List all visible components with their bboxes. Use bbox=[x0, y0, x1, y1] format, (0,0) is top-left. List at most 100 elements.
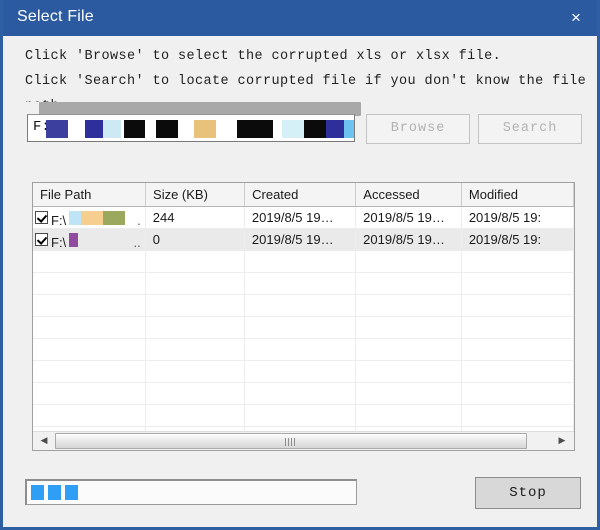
table-row-empty bbox=[33, 361, 574, 383]
empty-cell bbox=[462, 361, 574, 382]
instruction-line-1: Click 'Browse' to select the corrupted x… bbox=[25, 49, 502, 64]
empty-cell bbox=[33, 383, 147, 404]
empty-cell bbox=[146, 273, 246, 294]
modified-cell: 2019/8/5 19: bbox=[462, 229, 574, 250]
table-body: F:\. 244 2019/8/5 19… 2019/8/5 19… 2019/8/5 … bbox=[33, 207, 574, 449]
empty-cell bbox=[33, 295, 147, 316]
table-row[interactable]: F:\. 244 2019/8/5 19… 2019/8/5 19… 2019/8/5 … bbox=[33, 207, 574, 229]
empty-cell bbox=[462, 295, 574, 316]
empty-cell bbox=[356, 405, 462, 426]
browse-button[interactable]: Browse bbox=[366, 114, 470, 144]
search-button[interactable]: Search bbox=[478, 114, 582, 144]
empty-cell bbox=[146, 295, 246, 316]
file-path-prefix: F:\ bbox=[51, 234, 67, 250]
instruction-line-2: Click 'Search' to locate corrupted file … bbox=[25, 74, 587, 89]
empty-cell bbox=[462, 317, 574, 338]
empty-cell bbox=[245, 295, 357, 316]
progress-chunk bbox=[65, 485, 78, 500]
select-file-dialog: Select File × Click 'Browse' to select t… bbox=[0, 0, 600, 530]
redaction-block bbox=[344, 120, 354, 138]
empty-cell bbox=[146, 405, 246, 426]
empty-cell bbox=[245, 383, 357, 404]
empty-cell bbox=[356, 273, 462, 294]
progress-chunk bbox=[31, 485, 44, 500]
redaction-block bbox=[85, 120, 103, 138]
empty-cell bbox=[146, 361, 246, 382]
row-checkbox[interactable] bbox=[35, 211, 48, 224]
table-row-empty bbox=[33, 405, 574, 427]
redaction-block bbox=[326, 120, 344, 138]
empty-cell bbox=[146, 339, 246, 360]
file-path-cell[interactable]: F:\.. bbox=[33, 229, 146, 250]
title-bar: Select File × bbox=[3, 0, 597, 36]
window-title: Select File bbox=[17, 8, 94, 25]
scroll-right-arrow-icon[interactable]: ▶ bbox=[553, 432, 571, 450]
empty-cell bbox=[462, 383, 574, 404]
created-cell: 2019/8/5 19… bbox=[245, 207, 357, 228]
empty-cell bbox=[33, 405, 147, 426]
instruction-line-3: path. bbox=[25, 94, 581, 102]
table-row-empty bbox=[33, 339, 574, 361]
empty-cell bbox=[356, 361, 462, 382]
size-cell: 0 bbox=[146, 229, 245, 250]
column-header[interactable]: Accessed bbox=[356, 183, 462, 206]
horizontal-scrollbar[interactable]: ◀ ▶ bbox=[33, 431, 574, 450]
empty-cell bbox=[356, 295, 462, 316]
file-results-table: File Path Size (KB) Created Accessed Modifie… bbox=[32, 182, 575, 451]
redaction-block bbox=[282, 120, 304, 138]
empty-cell bbox=[33, 339, 147, 360]
empty-cell bbox=[245, 361, 357, 382]
column-header[interactable]: File Path bbox=[33, 183, 147, 206]
empty-cell bbox=[33, 273, 147, 294]
empty-cell bbox=[33, 361, 147, 382]
progress-bar bbox=[25, 479, 357, 505]
file-path-prefix: F:\ bbox=[51, 212, 67, 228]
scroll-left-arrow-icon[interactable]: ◀ bbox=[35, 432, 53, 450]
table-header-row: File Path Size (KB) Created Accessed Modifie… bbox=[33, 183, 574, 207]
empty-cell bbox=[146, 383, 246, 404]
redaction-block bbox=[46, 120, 68, 138]
column-header[interactable]: Modified bbox=[462, 183, 574, 206]
size-cell: 244 bbox=[146, 207, 245, 228]
redaction-block bbox=[69, 210, 81, 225]
empty-cell bbox=[356, 383, 462, 404]
file-path-cell[interactable]: F:\. bbox=[33, 207, 146, 228]
redaction-block bbox=[124, 120, 145, 138]
file-path-ellipsis: .. bbox=[133, 234, 141, 250]
empty-cell bbox=[462, 251, 574, 272]
row-checkbox[interactable] bbox=[35, 233, 48, 246]
redaction-block bbox=[69, 232, 78, 247]
scrollbar-thumb[interactable] bbox=[55, 433, 527, 449]
empty-cell bbox=[33, 251, 147, 272]
empty-cell bbox=[245, 339, 357, 360]
redaction-block bbox=[103, 120, 121, 138]
empty-cell bbox=[33, 317, 147, 338]
table-row-empty bbox=[33, 273, 574, 295]
created-cell: 2019/8/5 19… bbox=[245, 229, 357, 250]
file-path-value: F:\.. bbox=[51, 231, 145, 250]
column-header[interactable]: Size (KB) bbox=[146, 183, 246, 206]
file-path-input[interactable]: F:\ x bbox=[27, 114, 355, 142]
table-row-empty bbox=[33, 295, 574, 317]
empty-cell bbox=[146, 317, 246, 338]
empty-cell bbox=[356, 339, 462, 360]
accessed-cell: 2019/8/5 19… bbox=[356, 207, 462, 228]
table-row-empty bbox=[33, 317, 574, 339]
progress-chunk bbox=[48, 485, 61, 500]
redaction-block bbox=[81, 210, 103, 225]
instructions-block: Click 'Browse' to select the corrupted x… bbox=[25, 44, 587, 102]
empty-cell bbox=[245, 317, 357, 338]
modified-cell: 2019/8/5 19: bbox=[462, 207, 574, 228]
file-path-ellipsis: . bbox=[137, 212, 141, 228]
table-row[interactable]: F:\.. 0 2019/8/5 19… 2019/8/5 19… 2019/8/5 1… bbox=[33, 229, 574, 251]
empty-cell bbox=[245, 273, 357, 294]
empty-cell bbox=[356, 317, 462, 338]
column-header[interactable]: Created bbox=[245, 183, 357, 206]
file-path-value: F:\. bbox=[51, 209, 145, 228]
empty-cell bbox=[356, 251, 462, 272]
table-row-empty bbox=[33, 383, 574, 405]
close-icon[interactable]: × bbox=[562, 5, 590, 31]
redaction-block bbox=[194, 120, 216, 138]
table-row-empty bbox=[33, 251, 574, 273]
stop-button[interactable]: Stop bbox=[475, 477, 581, 509]
